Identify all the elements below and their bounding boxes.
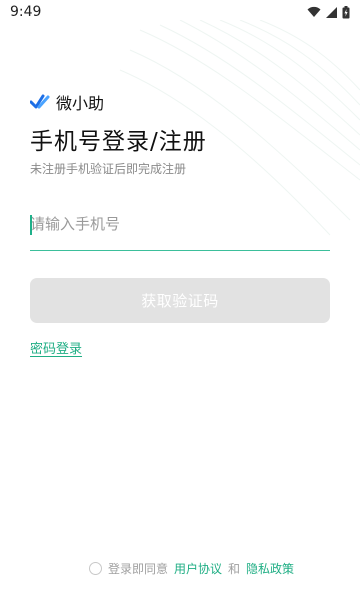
page-subtitle: 未注册手机验证后即完成注册 [30, 162, 187, 176]
password-login-link[interactable]: 密码登录 [30, 338, 82, 357]
phone-field [30, 205, 330, 251]
brand-name: 微小助 [56, 94, 105, 113]
page-title: 手机号登录/注册 [30, 129, 207, 155]
status-bar: 9:49 [0, 0, 360, 24]
text-caret [30, 215, 32, 235]
agree-and: 和 [228, 562, 241, 576]
user-agreement-link[interactable]: 用户协议 [174, 560, 222, 577]
phone-input[interactable] [30, 205, 330, 243]
agreement: 登录即同意 用户协议 和 隐私政策 [89, 560, 294, 577]
agree-radio[interactable] [89, 562, 102, 575]
agree-prefix: 登录即同意 [108, 562, 169, 576]
brand: 微小助 [30, 90, 104, 114]
cellular-signal-icon [326, 6, 337, 18]
privacy-policy-link[interactable]: 隐私政策 [246, 560, 294, 577]
check-logo-icon [30, 94, 50, 109]
status-time: 9:49 [10, 4, 42, 20]
status-icons [307, 5, 350, 19]
wifi-icon [307, 6, 321, 17]
battery-charging-icon [342, 5, 350, 18]
get-code-button[interactable]: 获取验证码 [30, 278, 330, 323]
